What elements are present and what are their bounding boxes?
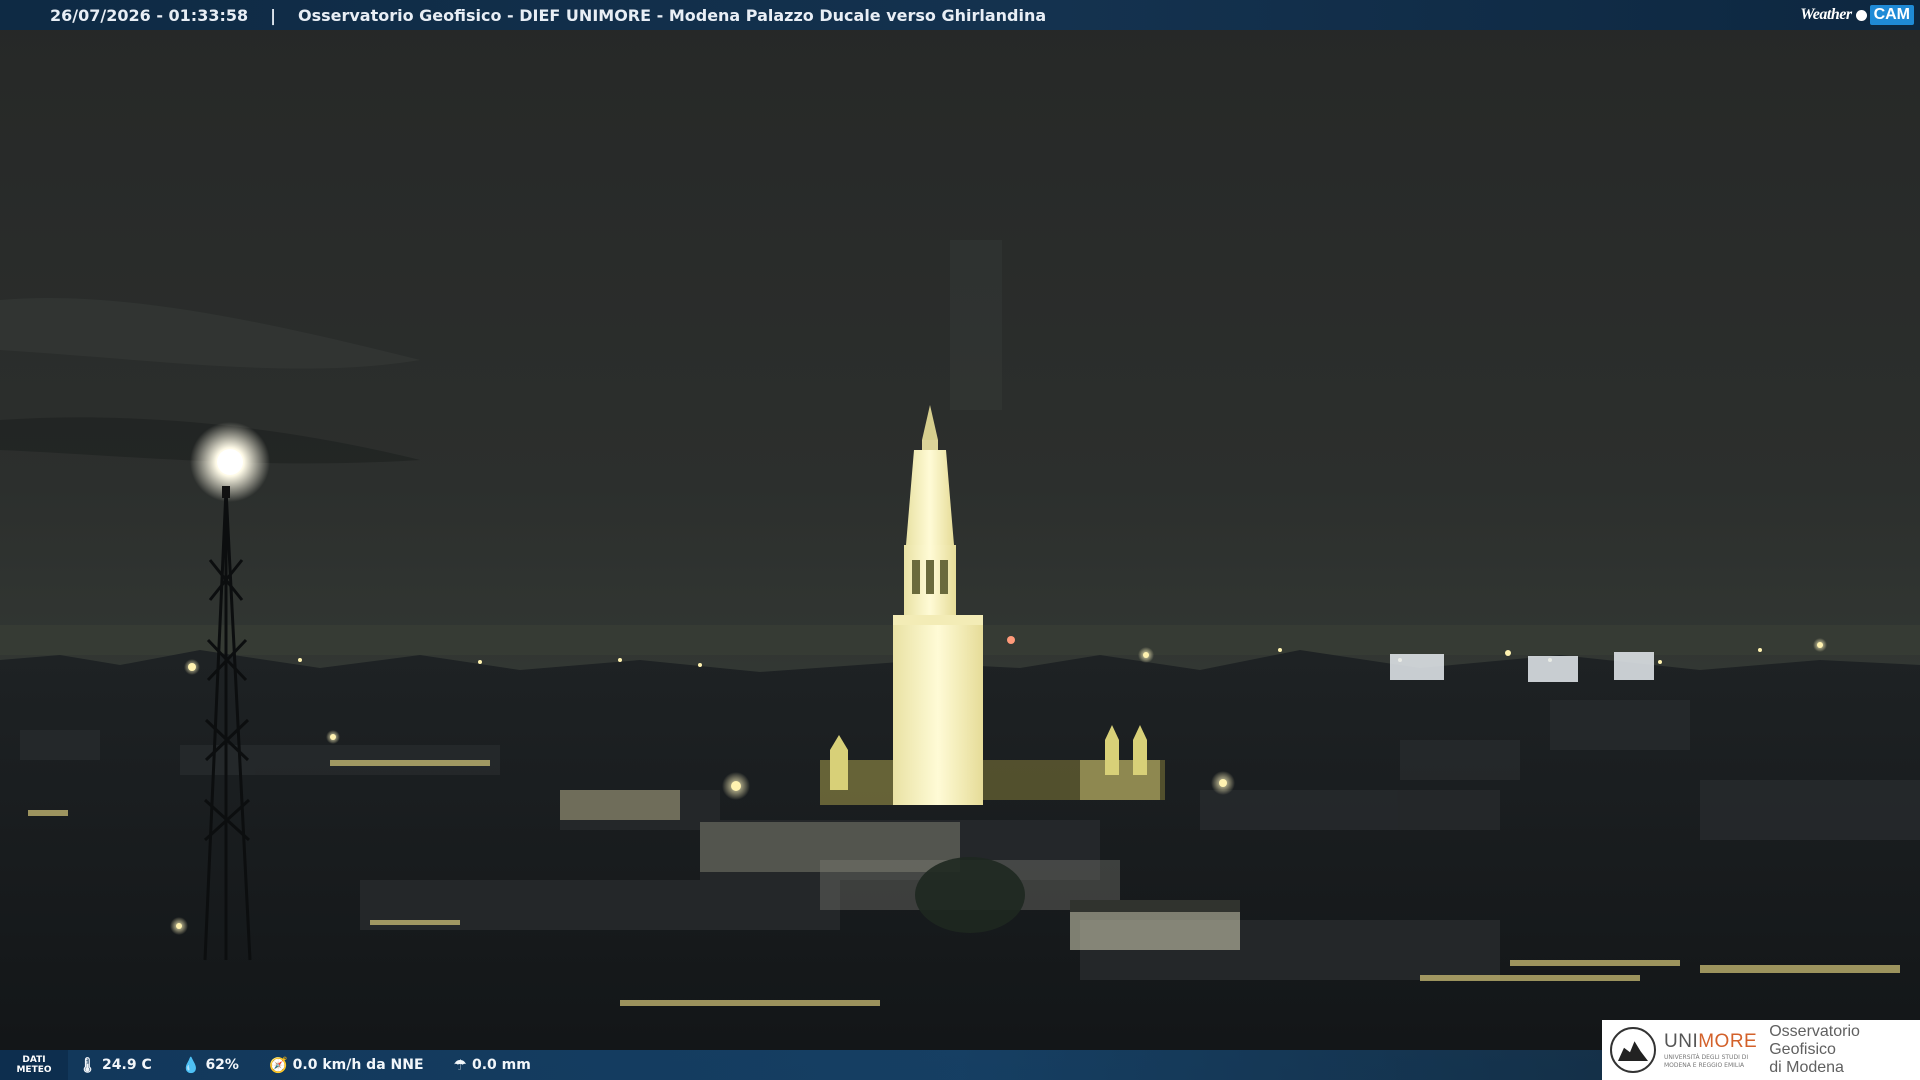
humidity-reading: 💧 62%	[182, 1056, 239, 1074]
weathercam-logo-cam: CAM	[1869, 5, 1914, 25]
wind-reading: 🧭 0.0 km/h da NNE	[269, 1056, 424, 1074]
university-seal-icon	[1610, 1027, 1656, 1073]
camera-title-bar: 26/07/2026 - 01:33:58 | Osservatorio Geo…	[0, 0, 1920, 30]
title-separator: |	[270, 5, 276, 25]
camera-title: Osservatorio Geofisico - DIEF UNIMORE - …	[297, 5, 1047, 25]
unimore-logo-box: UNIMORE UNIVERSITÀ DEGLI STUDI DI MODENA…	[1602, 1020, 1920, 1080]
wind-value: 0.0 km/h da NNE	[292, 1057, 424, 1073]
umbrella-icon: ☂	[453, 1056, 467, 1074]
humidity-value: 62%	[205, 1057, 239, 1073]
observatory-name: Osservatorio Geofisico di Modena	[1769, 1023, 1860, 1076]
rain-reading: ☂ 0.0 mm	[454, 1056, 531, 1074]
weather-data-bar: DATI METEO 🌡 24.9 C 💧 62% 🧭 0.0 km/h da …	[0, 1050, 1604, 1080]
rain-value: 0.0 mm	[471, 1057, 531, 1073]
water-drop-icon: 💧	[181, 1056, 201, 1074]
temperature-value: 24.9 C	[102, 1057, 152, 1073]
weathercam-dot-icon	[1855, 9, 1867, 21]
webcam-scene	[0, 0, 1920, 1080]
timestamp: 26/07/2026 - 01:33:58	[50, 5, 249, 25]
temperature-reading: 🌡 24.9 C	[78, 1056, 152, 1074]
unimore-wordmark: UNIMORE UNIVERSITÀ DEGLI STUDI DI MODENA…	[1664, 1031, 1758, 1069]
weathercam-logo: Weather CAM	[1800, 3, 1914, 27]
weather-data-label: DATI METEO	[0, 1050, 68, 1080]
weathercam-logo-weather: Weather	[1800, 6, 1852, 23]
wind-vane-icon: 🧭	[268, 1056, 288, 1074]
thermometer-icon: 🌡	[78, 1056, 98, 1074]
